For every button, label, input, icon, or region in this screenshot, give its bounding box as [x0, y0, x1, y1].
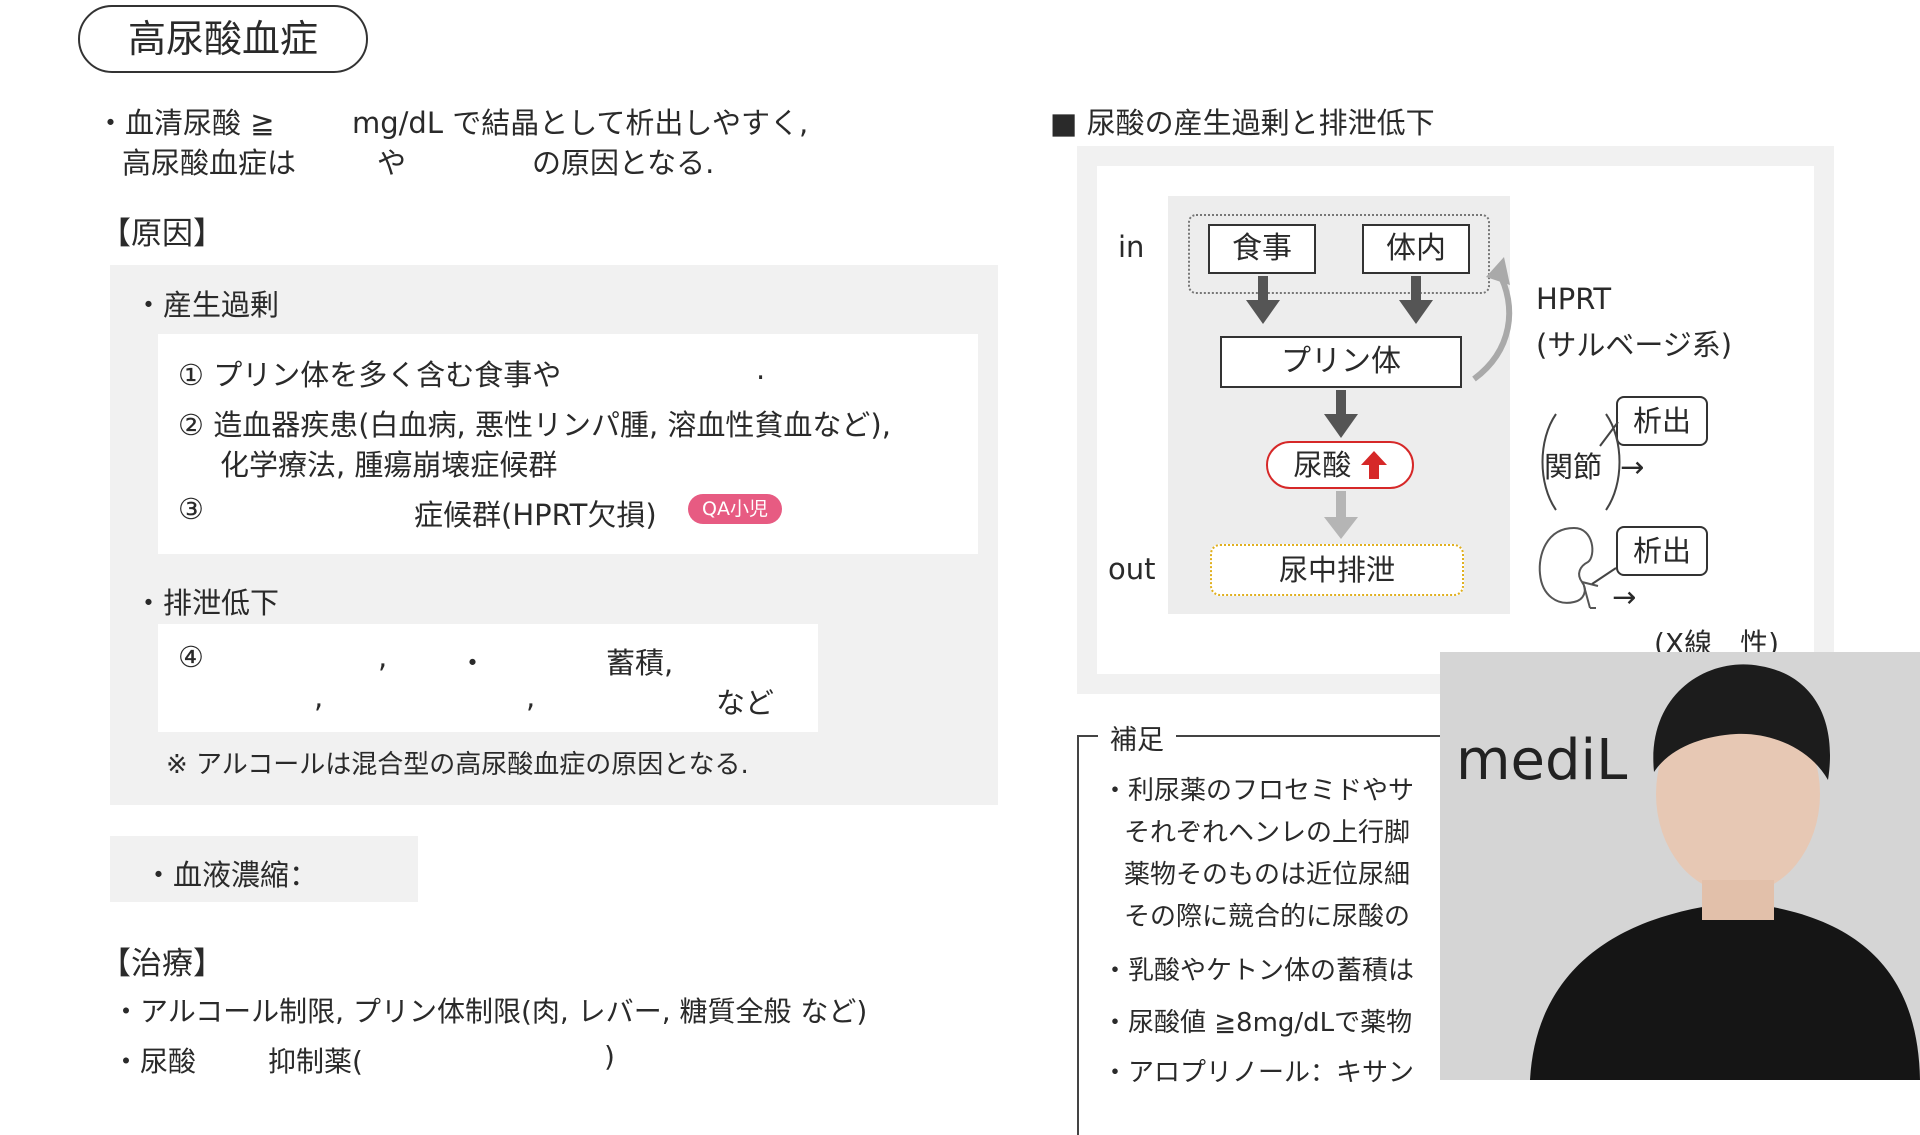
overproduction-item2-line2: 化学療法, 腫瘍崩壊症候群 [220, 448, 558, 482]
cause-heading: 【原因】 [100, 216, 224, 252]
diagram-heading: ■ 尿酸の産生過剰と排泄低下 [1050, 106, 1435, 140]
supplement-line7: ・アロプリノール：キサン [1102, 1058, 1415, 1088]
kidney-arrow: → [1612, 580, 1637, 614]
joint-label: 関節 [1544, 450, 1603, 484]
urine-excretion-box: 尿中排泄 [1210, 544, 1464, 596]
excretion-item4-etc: など [716, 686, 775, 720]
overproduction-item2-line1: ② 造血器疾患(白血病, 悪性リンパ腫, 溶血性貧血など), [178, 408, 891, 442]
treatment-heading: 【治療】 [100, 946, 224, 982]
overproduction-label: ・産生過剰 [134, 288, 280, 322]
in-label: in [1118, 230, 1145, 264]
overproduction-item1: ① プリン体を多く含む食事や [178, 358, 562, 392]
supplement-line4: その際に競合的に尿酸の [1124, 902, 1411, 932]
intro-line2c: の原因となる. [532, 146, 715, 180]
salvage-label: (サルベージ系) [1536, 328, 1733, 362]
food-arrow-shaft [1258, 276, 1268, 302]
alcohol-note: ※ アルコールは混合型の高尿酸血症の原因となる. [166, 750, 749, 780]
supplement-line6: ・尿酸値 ≧8mg/dLで薬物 [1102, 1008, 1413, 1038]
down-arrow-icon [1324, 414, 1358, 438]
intro-line1: ・血清尿酸 ≧ [96, 106, 275, 140]
overproduction-item3-num: ③ [178, 492, 204, 526]
webcam-overlay: mediL [1440, 652, 1920, 1080]
food-box: 食事 [1208, 224, 1316, 274]
treatment-item2a: ・尿酸 [112, 1045, 197, 1078]
salvage-curve-arrow-icon [1472, 257, 1513, 382]
out-label: out [1108, 552, 1156, 586]
precipitation-callout-2: 析出 [1616, 526, 1708, 576]
urate-label: 尿酸 [1293, 448, 1352, 482]
excretion-item4-comma3: , [526, 680, 536, 714]
overproduction-item3: 症候群(HPRT欠損) [414, 498, 657, 532]
down-arrow-icon [1399, 300, 1433, 324]
urate-arrow-shaft [1336, 491, 1346, 519]
body-arrow-shaft [1411, 276, 1421, 302]
excretion-item4-dot: ・ [458, 646, 488, 680]
supplement-line1: ・利尿薬のフロセミドやサ [1102, 776, 1415, 806]
excretion-label: ・排泄低下 [134, 586, 280, 620]
purine-arrow-shaft [1336, 390, 1346, 416]
body-box: 体内 [1362, 224, 1470, 274]
overproduction-item1-end: . [756, 352, 766, 386]
supplement-label: 補足 [1098, 718, 1176, 757]
purine-box: プリン体 [1220, 336, 1462, 388]
excretion-item4-accumulation: 蓄積, [606, 646, 674, 680]
intro-line2b: や [377, 146, 407, 180]
concentration-label: ・血液濃縮： [144, 858, 319, 892]
treatment-item2c: ) [604, 1040, 615, 1073]
supplement-line3: 薬物そのものは近位尿細 [1124, 860, 1411, 890]
urate-box: 尿酸 [1266, 441, 1414, 489]
down-arrow-icon [1324, 517, 1358, 539]
presenter-silhouette [1530, 664, 1920, 1080]
treatment-item1: ・アルコール制限, プリン体制限(肉, レバー, 糖質全般 など) [112, 995, 868, 1028]
excretion-item4-comma2: , [314, 680, 324, 714]
supplement-line2: それぞれヘンレの上行脚 [1124, 818, 1411, 848]
supplement-line5: ・乳酸やケトン体の蓄積は [1102, 956, 1415, 986]
intro-line1-unit: mg/dL で結晶として析出しやすく, [352, 106, 809, 140]
down-arrow-icon [1246, 300, 1280, 324]
qa-pediatrics-badge[interactable]: QA小児 [688, 494, 782, 524]
up-arrow-icon [1360, 451, 1387, 479]
joint-arrow: → [1620, 450, 1645, 484]
intro-line2a: 高尿酸血症は [122, 146, 297, 180]
page-title: 高尿酸血症 [78, 5, 368, 73]
hprt-label: HPRT [1536, 282, 1612, 316]
treatment-item2b: 抑制薬( [268, 1045, 363, 1078]
excretion-item4-comma1: , [378, 640, 388, 674]
excretion-item4-num: ④ [178, 640, 204, 674]
